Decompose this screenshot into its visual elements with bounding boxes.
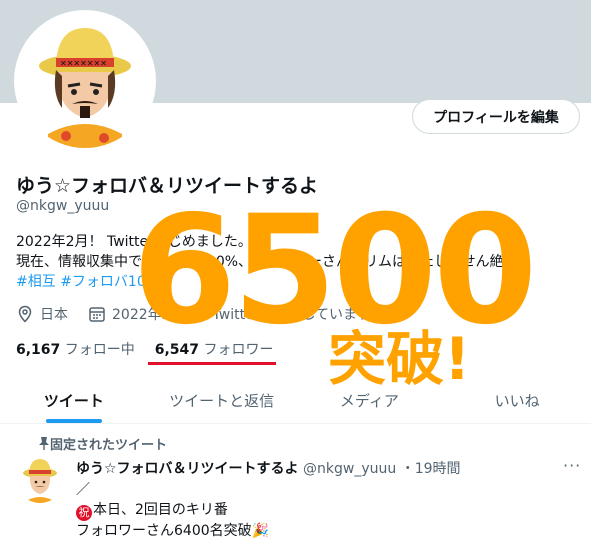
following-label: フォロー中 — [64, 342, 135, 358]
tweet-line: 本日、2回目のキリ番 — [93, 502, 228, 518]
more-options-icon[interactable]: ··· — [563, 456, 581, 475]
calendar-icon — [89, 307, 105, 322]
tweet-line: フォロワーさん6400名突破🎉 — [76, 523, 270, 538]
svg-text:✕✕✕✕✕✕✕: ✕✕✕✕✕✕✕ — [60, 59, 107, 68]
tweet-handle[interactable]: @nkgw_yuuu — [303, 461, 396, 477]
edit-profile-button[interactable]: プロフィールを編集 — [412, 99, 580, 134]
tweet-line: ／ — [76, 482, 90, 498]
tweet-header: ゆう☆フォロバ＆リツイートするよ @nkgw_yuuu ・19時間 — [76, 458, 461, 478]
tweet-author[interactable]: ゆう☆フォロバ＆リツイートするよ — [76, 461, 299, 477]
avatar-illustration: ✕✕✕✕✕✕✕ — [18, 14, 152, 148]
overlay-text: 突破! — [328, 325, 471, 393]
profile-handle: @nkgw_yuuu — [16, 198, 110, 214]
tab-tweets-replies[interactable]: ツイートと返信 — [148, 378, 296, 423]
profile-avatar[interactable]: ✕✕✕✕✕✕✕ — [14, 10, 156, 152]
tweet-body: ／ 祝本日、2回目のキリ番 フォロワーさん6400名突破🎉 — [76, 480, 269, 538]
overlay-number: 6500 — [132, 184, 537, 358]
following-count: 6,167 — [16, 342, 61, 358]
profile-tabs: ツイート ツイートと返信 メディア いいね — [0, 378, 591, 424]
pin-icon — [39, 437, 49, 450]
tweet-time[interactable]: ・19時間 — [401, 461, 461, 477]
pinned-label: 固定されたツイート — [50, 438, 168, 453]
location-text: 日本 — [40, 307, 68, 323]
tab-tweets[interactable]: ツイート — [0, 378, 148, 423]
tweet-avatar[interactable] — [16, 455, 64, 503]
celebration-icon: 祝 — [76, 505, 92, 521]
followers-red-underline — [148, 362, 276, 365]
tweet-avatar-illustration — [16, 455, 64, 503]
location-icon — [18, 305, 32, 323]
hashtag-link[interactable]: #相互 — [16, 274, 56, 290]
following-link[interactable]: 6,167 フォロー中 — [16, 339, 135, 359]
